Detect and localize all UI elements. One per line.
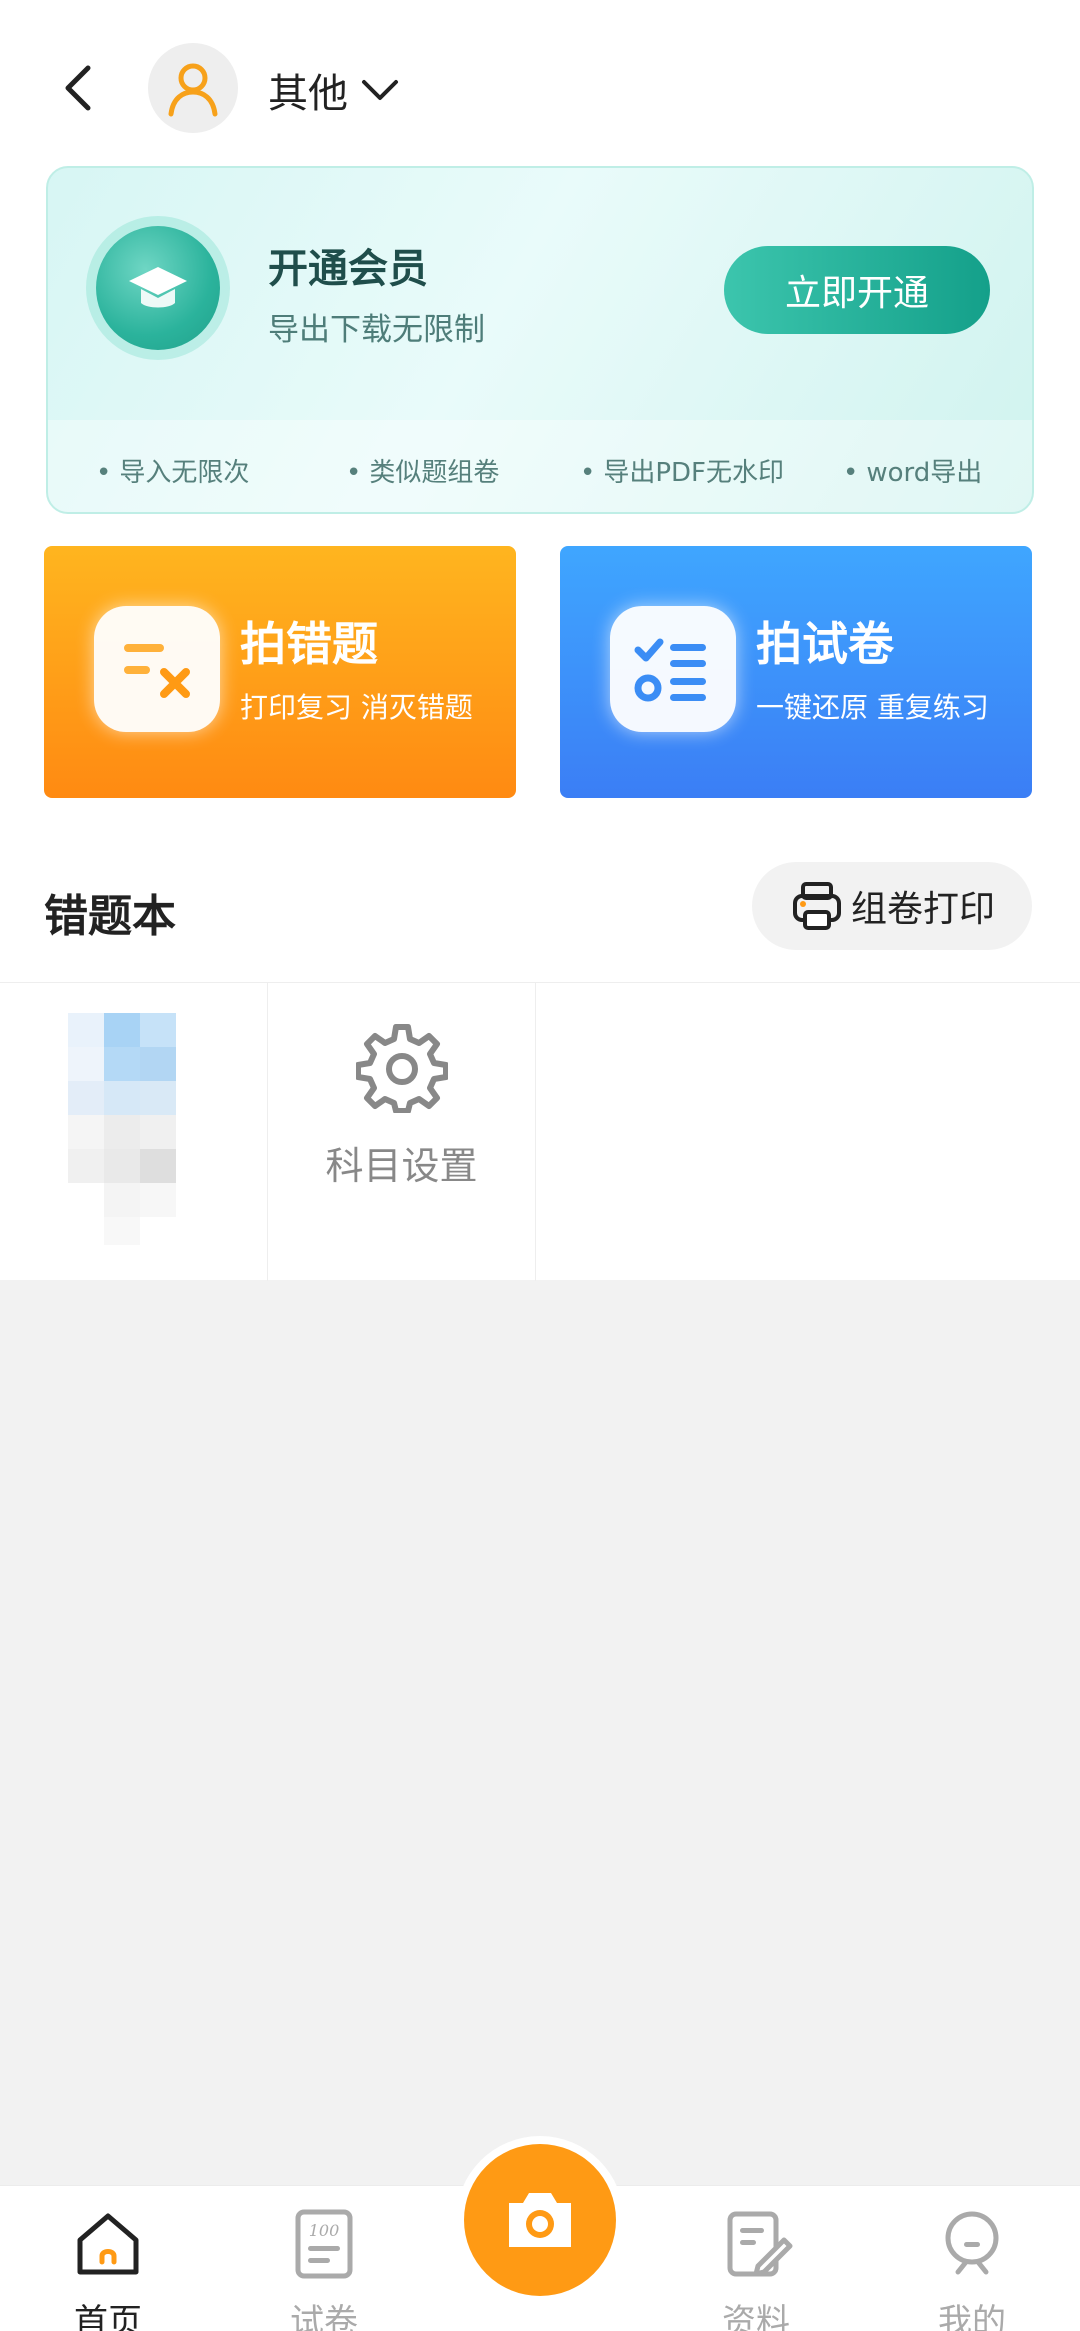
print-button-label: 组卷打印 [850,889,995,930]
camera-icon [509,2193,571,2247]
wrong-question-icon [94,606,220,732]
graduation-cap-icon [96,226,220,350]
user-name: 其他 [268,71,348,117]
nav-label: 我的 [938,2302,1006,2331]
compose-print-button[interactable]: 组卷打印 [752,862,1032,950]
gear-icon [356,1024,448,1113]
open-vip-button[interactable]: 立即开通 [724,246,990,334]
vip-title: 开通会员 [268,246,428,292]
subject-grid-empty [536,983,804,1281]
document-edit-icon [727,2211,793,2277]
nav-home[interactable]: 首页 [28,2206,188,2331]
nav-materials[interactable]: 资料 [676,2206,836,2331]
subject-settings[interactable]: 科目设置 [268,983,536,1281]
vip-subtitle: 导出下载无限制 [268,312,485,348]
card-subtitle: 打印复习 消灭错题 [240,691,473,724]
nav-label: 首页 [74,2302,142,2331]
card-title: 拍错题 [240,617,378,671]
nav-mine[interactable]: 我的 [892,2206,1052,2331]
printer-icon [792,882,841,930]
vip-feature: word导出 [843,452,982,489]
subject-thumbnail [68,1013,176,1245]
vip-feature-bar: 导入无限次 类似题组卷 导出PDF无水印 word导出 [48,420,1032,512]
nav-label: 资料 [722,2302,790,2331]
photo-wrong-question-card[interactable]: 拍错题 打印复习 消灭错题 [44,546,516,798]
chevron-left-icon [65,65,91,111]
user-selector[interactable]: 其他 [268,60,402,120]
section-title: 错题本 [44,891,176,942]
camera-button[interactable] [464,2144,616,2296]
vip-feature: 导出PDF无水印 [580,452,784,489]
avatar[interactable] [148,43,238,133]
checklist-icon [610,606,736,732]
profile-icon [945,2211,999,2275]
photo-paper-card[interactable]: 拍试卷 一键还原 重复练习 [560,546,1032,798]
vip-banner[interactable]: 开通会员 导出下载无限制 立即开通 导入无限次 类似题组卷 导出PDF无水印 w… [46,166,1034,514]
card-subtitle: 一键还原 重复练习 [756,691,989,724]
subject-item[interactable] [0,983,268,1281]
chevron-down-icon [362,80,398,100]
user-icon [168,63,218,117]
card-title: 拍试卷 [756,617,894,671]
nav-papers[interactable]: 100 试卷 [244,2206,404,2331]
exam-paper-icon: 100 [295,2209,353,2279]
svg-text:100: 100 [309,2221,340,2240]
home-icon [77,2213,139,2275]
vip-feature: 类似题组卷 [346,452,499,489]
header: 其他 [0,30,1080,150]
subject-settings-label: 科目设置 [325,1144,478,1188]
vip-feature: 导入无限次 [96,452,249,489]
subject-grid: 科目设置 [0,982,1080,1281]
back-button[interactable] [50,58,110,118]
nav-label: 试卷 [290,2302,358,2331]
